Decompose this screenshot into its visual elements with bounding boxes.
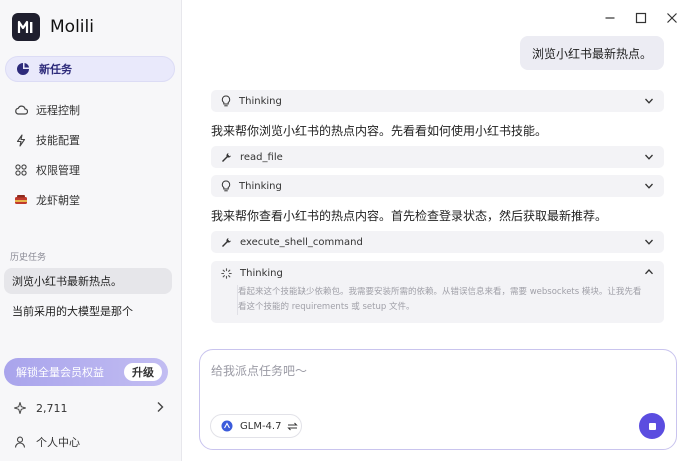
app-logo-icon [12, 13, 40, 41]
new-task-button[interactable]: 新任务 [5, 56, 175, 82]
chevron-up-icon[interactable] [644, 267, 654, 277]
loading-spinner-icon [221, 267, 232, 279]
chevron-right-icon [156, 401, 164, 413]
wrench-icon [221, 152, 232, 163]
sidebar-item-remote-control[interactable]: 远程控制 [14, 100, 80, 120]
thinking-expanded-header[interactable]: Thinking [221, 266, 283, 280]
sidebar-item-label: 龙虾朝堂 [36, 194, 80, 207]
assistant-message-1: 我来帮你浏览小红书的热点内容。先看看如何使用小红书技能。 [211, 124, 548, 138]
assistant-message-2: 我来帮你查看小红书的热点内容。首先检查登录状态，然后获取最新推荐。 [211, 209, 608, 223]
app-brand[interactable]: Molili [12, 13, 94, 41]
chevron-down-icon [644, 237, 654, 247]
membership-banner[interactable]: 解锁全量会员权益 升级 [4, 358, 168, 386]
history-item-label: 浏览小红书最新热点。 [12, 275, 122, 288]
stop-button[interactable] [639, 413, 665, 439]
stop-icon [648, 422, 656, 430]
model-selector[interactable]: GLM-4.7 [210, 414, 302, 438]
profile-label: 个人中心 [36, 436, 80, 449]
sidebar: Molili 新任务 远程控制 技能配置 权限管理 龙虾朝堂 历史任务 浏览小红… [0, 0, 182, 461]
thinking-collapsed-1[interactable]: Thinking [211, 90, 664, 112]
tool-call-read-file[interactable]: read_file [211, 146, 664, 168]
new-task-label: 新任务 [39, 63, 72, 76]
thinking-content: 看起来这个技能缺少依赖包。我需要安装所需的依赖。从错误信息来看，需要 webso… [237, 285, 655, 315]
sidebar-item-lobster-court[interactable]: 龙虾朝堂 [14, 190, 80, 210]
history-item[interactable]: 当前采用的大模型是那个 [4, 298, 172, 324]
thinking-label: Thinking [239, 95, 282, 107]
thinking-line: 看起来这个技能缺少依赖包。我需要安装所需的依赖。从错误信息来看，需要 webso… [238, 287, 642, 297]
history-item-label: 当前采用的大模型是那个 [12, 305, 133, 318]
composer-input[interactable]: 给我派点任务吧～ [211, 362, 307, 379]
lightbulb-icon [221, 180, 231, 192]
upgrade-button[interactable]: 升级 [124, 363, 162, 381]
history-item-active[interactable]: 浏览小红书最新热点。 [4, 268, 172, 294]
wrench-icon [221, 237, 232, 248]
apps-icon [14, 164, 28, 176]
sidebar-item-permissions[interactable]: 权限管理 [14, 160, 80, 180]
chevron-down-icon [644, 181, 654, 191]
bolt-icon [14, 133, 28, 147]
chevron-down-icon [644, 96, 654, 106]
window-minimize-button[interactable] [602, 10, 618, 26]
points-row[interactable]: 2,711 [14, 398, 164, 418]
lightbulb-icon [221, 95, 231, 107]
chevron-down-icon [644, 152, 654, 162]
lobster-icon [14, 194, 28, 206]
sidebar-item-label: 技能配置 [36, 134, 80, 147]
user-message-text: 浏览小红书最新热点。 [531, 46, 652, 61]
profile-link[interactable]: 个人中心 [14, 432, 80, 452]
sidebar-item-label: 权限管理 [36, 164, 80, 177]
thinking-collapsed-2[interactable]: Thinking [211, 175, 664, 197]
new-task-icon [16, 62, 30, 76]
tool-name: read_file [240, 151, 283, 163]
close-icon [667, 13, 677, 23]
minimize-icon [605, 17, 615, 19]
tool-call-execute-shell[interactable]: execute_shell_command [211, 231, 664, 253]
sidebar-item-skills[interactable]: 技能配置 [14, 130, 80, 150]
maximize-icon [635, 12, 647, 24]
thinking-label: Thinking [239, 180, 282, 192]
message-composer[interactable]: 给我派点任务吧～ GLM-4.7 [199, 349, 677, 450]
app-name: Molili [50, 17, 94, 37]
membership-banner-text: 解锁全量会员权益 [16, 366, 104, 379]
sidebar-item-label: 远程控制 [36, 104, 80, 117]
window-close-button[interactable] [664, 10, 680, 26]
sparkle-icon [14, 402, 26, 414]
user-message-bubble: 浏览小红书最新热点。 [519, 36, 664, 70]
model-logo-icon [221, 420, 233, 432]
history-section-label: 历史任务 [10, 253, 47, 263]
model-name: GLM-4.7 [240, 420, 282, 432]
window-maximize-button[interactable] [633, 10, 649, 26]
swap-icon [287, 422, 299, 431]
thinking-line: 看这个技能的 requirements 或 setup 文件。 [238, 302, 415, 312]
user-icon [14, 436, 26, 448]
tool-name: execute_shell_command [240, 236, 363, 248]
thinking-expanded: Thinking 看起来这个技能缺少依赖包。我需要安装所需的依赖。从错误信息来看… [211, 261, 664, 323]
cloud-icon [14, 104, 28, 116]
points-value: 2,711 [36, 401, 68, 415]
thinking-label: Thinking [240, 267, 283, 279]
